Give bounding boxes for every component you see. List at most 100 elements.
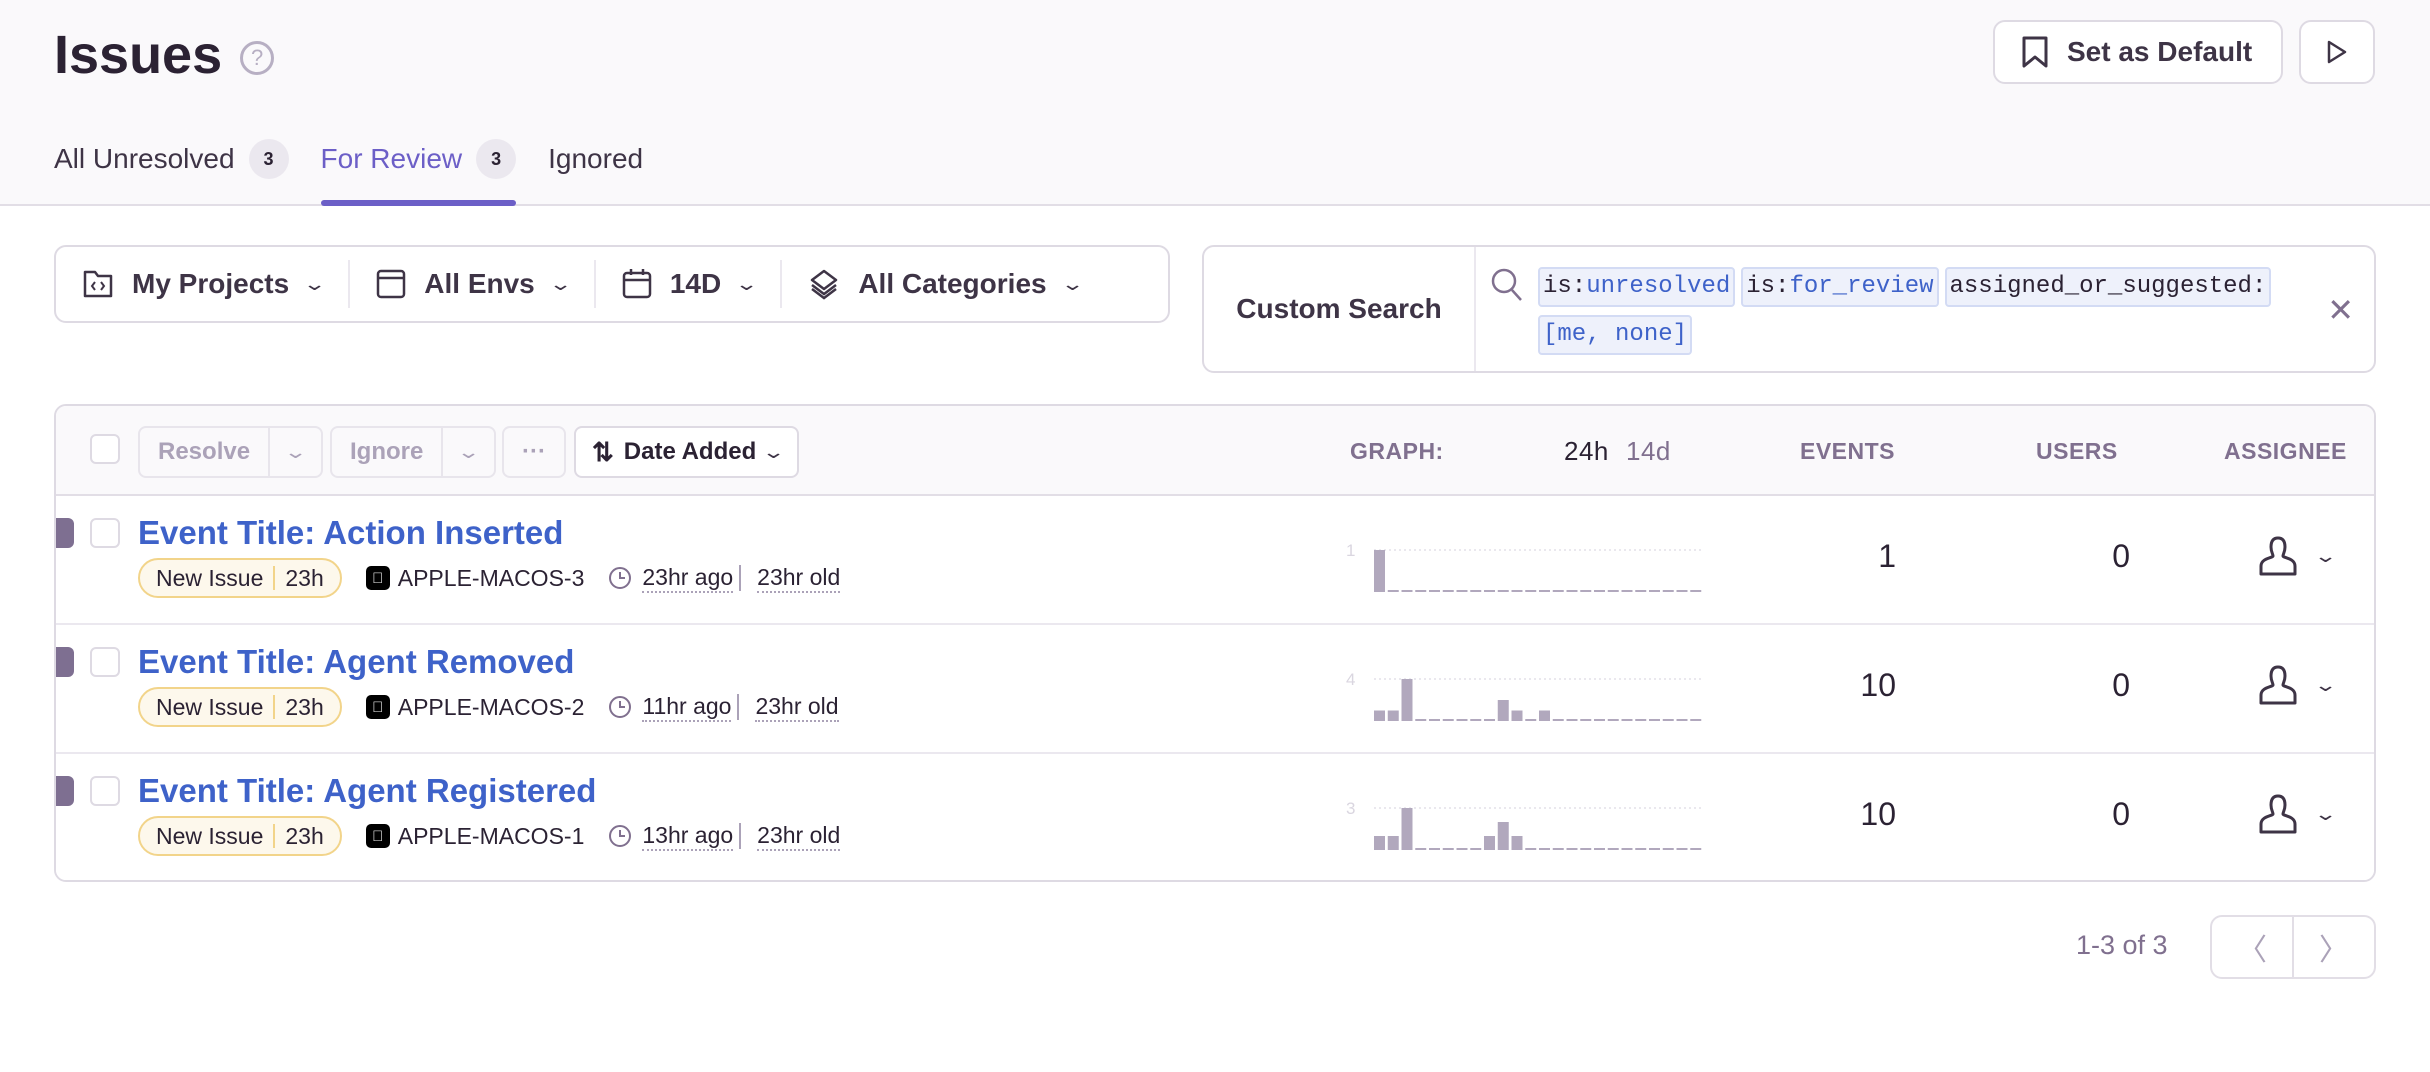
- sparkline-bar: [1374, 550, 1385, 592]
- date-filter[interactable]: 14D ⌄: [596, 260, 783, 308]
- project-badge[interactable]:  APPLE-MACOS-2: [365, 694, 584, 721]
- badge-label: New Issue: [156, 564, 264, 591]
- chevron-down-icon: ⌄: [761, 441, 786, 462]
- sparkline-bar: [1415, 590, 1427, 592]
- last-seen[interactable]: 11hr ago: [642, 693, 732, 722]
- sparkline-bar: [1662, 590, 1674, 592]
- sparkline-bar: [1401, 679, 1413, 721]
- sparkline-bar: [1552, 590, 1564, 592]
- first-seen[interactable]: 23hr old: [757, 822, 841, 851]
- sparkline-bar: [1497, 822, 1509, 850]
- project-filter[interactable]: My Projects ⌄: [56, 260, 351, 308]
- saved-search-dropdown[interactable]: Custom Search: [1204, 247, 1476, 371]
- search-token[interactable]: is:unresolved: [1538, 267, 1736, 307]
- sparkline-bar: [1621, 590, 1633, 592]
- sparkline-bar: [1497, 590, 1509, 592]
- sparkline-bar: [1539, 848, 1550, 850]
- issue-checkbox[interactable]: [90, 518, 120, 548]
- previous-page-button[interactable]: 〈: [2212, 917, 2292, 977]
- ellipsis-icon: ···: [522, 438, 546, 465]
- chevron-down-icon: ⌄: [2313, 545, 2338, 566]
- assignee-selector[interactable]: ⌄: [2256, 534, 2338, 578]
- events-count: 1: [1878, 538, 1896, 574]
- resolve-dropdown-button[interactable]: ⌄: [268, 428, 321, 476]
- ignore-button[interactable]: Ignore: [332, 428, 441, 476]
- tab-label: For Review: [320, 143, 463, 174]
- assignee-selector[interactable]: ⌄: [2256, 792, 2338, 836]
- sparkline-bar: [1649, 590, 1660, 592]
- sparkline-bar: [1374, 710, 1385, 721]
- sort-label: Date Added: [623, 438, 757, 465]
- clock-icon: [609, 567, 632, 589]
- apple-icon: : [365, 695, 390, 719]
- search-tokens: is:unresolved is:for_review assigned_or_…: [1538, 267, 2274, 355]
- resolve-button-group: Resolve ⌄: [138, 426, 324, 478]
- first-seen[interactable]: 23hr old: [757, 564, 841, 593]
- next-page-button[interactable]: 〉: [2292, 917, 2374, 977]
- search-token[interactable]: assigned_or_suggested:: [1944, 267, 2272, 307]
- badge-label: New Issue: [156, 693, 264, 720]
- users-count: 0: [2112, 667, 2130, 703]
- more-actions-button[interactable]: ···: [502, 426, 566, 478]
- issue-title-link[interactable]: Event Title: Agent Removed: [138, 643, 574, 681]
- issue-row[interactable]: Event Title: Agent Registered New Issue …: [56, 754, 2374, 880]
- last-seen[interactable]: 23hr ago: [642, 564, 734, 593]
- select-all-checkbox[interactable]: [90, 434, 120, 464]
- chevron-down-icon: ⌄: [2313, 803, 2338, 824]
- set-as-default-button[interactable]: Set as Default: [1993, 20, 2283, 84]
- last-seen[interactable]: 13hr ago: [642, 822, 734, 851]
- sparkline-bar: [1456, 590, 1468, 592]
- tab-label: All Unresolved: [54, 143, 235, 174]
- play-icon: [2327, 40, 2347, 64]
- project-badge[interactable]:  APPLE-MACOS-3: [365, 565, 584, 592]
- sort-icon: ⇅: [592, 436, 614, 467]
- sparkline-bar: [1429, 848, 1440, 850]
- ignore-dropdown-button[interactable]: ⌄: [441, 428, 494, 476]
- sparkline-bar: [1511, 836, 1523, 850]
- search-token[interactable]: [me, none]: [1538, 315, 1693, 355]
- sparkline-bar: [1511, 710, 1523, 721]
- project-badge[interactable]:  APPLE-MACOS-1: [365, 823, 584, 850]
- search-input[interactable]: is:unresolved is:for_review assigned_or_…: [1476, 247, 2374, 371]
- token-value: [me, none]: [1543, 321, 1688, 348]
- unread-indicator: [56, 776, 74, 806]
- sparkline-bar: [1415, 848, 1427, 850]
- sort-dropdown[interactable]: ⇅ Date Added ⌄: [574, 426, 800, 478]
- environment-filter[interactable]: All Envs ⌄: [350, 260, 596, 308]
- event-sparkline: 3: [1346, 799, 1704, 850]
- first-seen[interactable]: 23hr old: [755, 693, 839, 722]
- assignee-selector[interactable]: ⌄: [2256, 663, 2338, 707]
- issue-checkbox[interactable]: [90, 776, 120, 806]
- chevron-down-icon: ⌄: [548, 273, 573, 294]
- issue-row[interactable]: Event Title: Agent Removed New Issue 23h…: [56, 625, 2374, 754]
- clear-search-icon[interactable]: ✕: [2327, 291, 2354, 329]
- sparkline-bar: [1690, 848, 1702, 850]
- token-key: is:: [1746, 273, 1790, 300]
- user-icon: [2259, 536, 2297, 576]
- resolve-button[interactable]: Resolve: [140, 428, 268, 476]
- issue-search-bar: Custom Search is:unresolved is:for_revie…: [1202, 245, 2376, 373]
- search-token[interactable]: is:for_review: [1741, 267, 1939, 307]
- tab-for-review[interactable]: For Review 3: [320, 139, 517, 206]
- graph-24h-toggle[interactable]: 24h: [1564, 436, 1609, 467]
- issue-row[interactable]: Event Title: Action Inserted New Issue 2…: [56, 496, 2374, 625]
- sparkline-bar: [1552, 719, 1564, 721]
- sparkline-bar: [1429, 590, 1440, 592]
- divider: [739, 823, 742, 849]
- question-circle-icon[interactable]: ?: [240, 41, 275, 75]
- issue-checkbox[interactable]: [90, 647, 120, 677]
- realtime-play-button[interactable]: [2299, 20, 2375, 84]
- calendar-icon: [622, 269, 652, 299]
- category-filter[interactable]: All Categories ⌄: [782, 260, 1105, 308]
- sparkline-bar: [1662, 848, 1674, 850]
- sparkline-bar: [1470, 848, 1482, 850]
- time-since: 23hr ago 23hr old: [608, 564, 841, 593]
- issue-title-link[interactable]: Event Title: Action Inserted: [138, 514, 563, 552]
- graph-14d-toggle[interactable]: 14d: [1626, 436, 1671, 467]
- tab-ignored[interactable]: Ignored: [548, 140, 643, 206]
- set-as-default-label: Set as Default: [2067, 36, 2253, 67]
- issue-title-link[interactable]: Event Title: Agent Registered: [138, 772, 596, 810]
- sparkline-bar: [1429, 719, 1440, 721]
- tab-all-unresolved[interactable]: All Unresolved 3: [54, 139, 289, 206]
- sparkline-bar: [1649, 848, 1660, 850]
